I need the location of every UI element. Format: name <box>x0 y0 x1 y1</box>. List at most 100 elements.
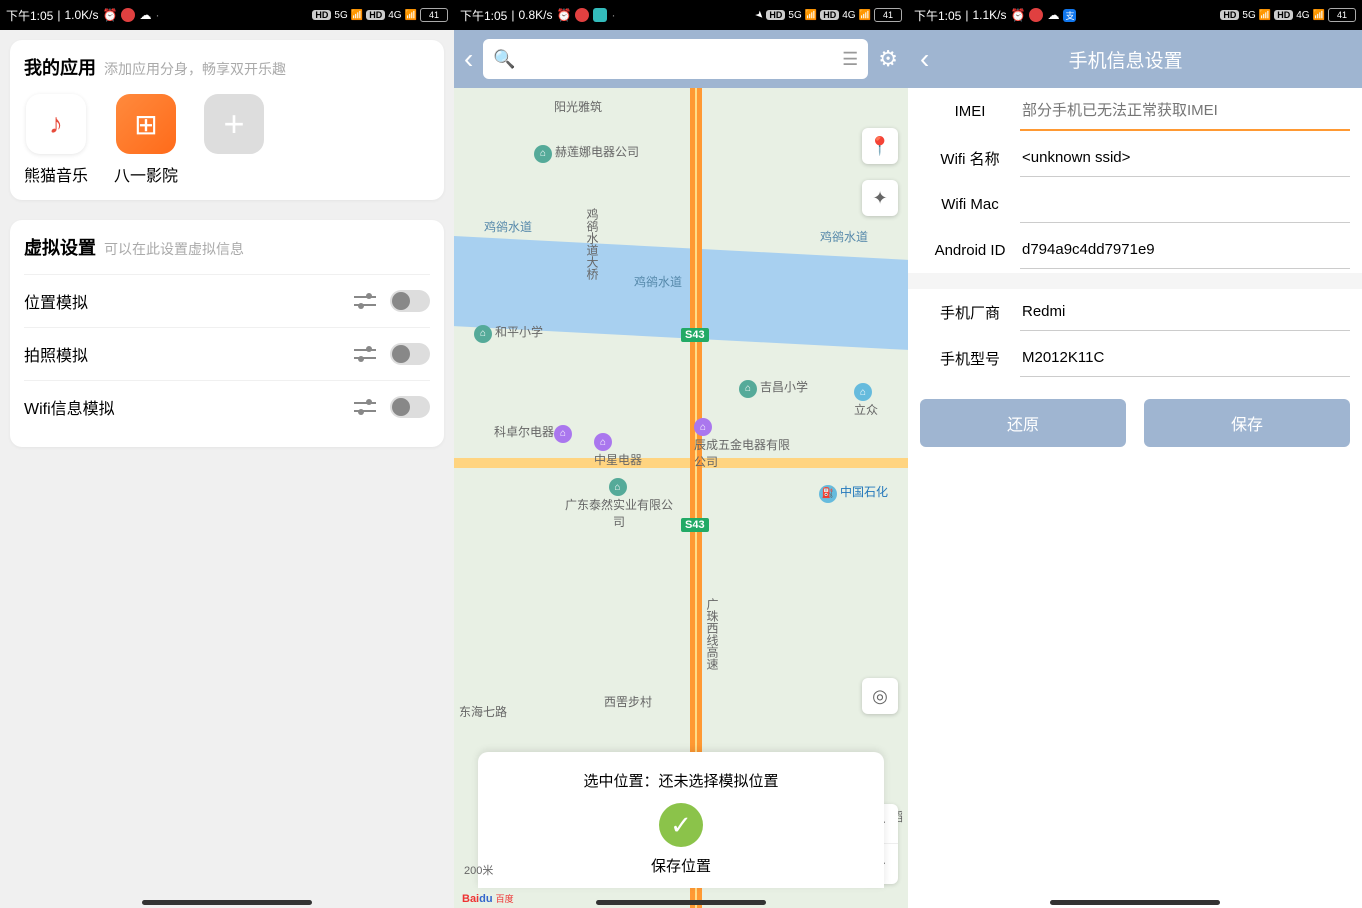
signal-4g-icon: 4G <box>1296 10 1309 21</box>
poi-label: 科卓尔电器⌂ <box>494 423 575 443</box>
virtual-settings-title: 虚拟设置 <box>24 234 96 260</box>
poi-label: 阳光雅筑 <box>554 98 602 115</box>
search-icon: 🔍 <box>493 49 515 70</box>
back-button[interactable]: ‹ <box>464 43 473 75</box>
location-sheet: 选中位置：还未选择模拟位置 ✓ 保存位置 <box>478 752 884 888</box>
poi-label: ⌂辰成五金电器有限公司 <box>694 418 794 470</box>
app-panda-music[interactable]: ♪ 熊猫音乐 <box>24 94 88 186</box>
cloud-icon: ☁ <box>1047 8 1059 22</box>
model-input[interactable] <box>1020 339 1350 377</box>
signal-5g-icon: 5G <box>1242 10 1255 21</box>
music-icon: ♪ <box>26 94 86 154</box>
poi-label: ⌂和平小学 <box>474 323 543 343</box>
nav-pill[interactable] <box>596 900 766 905</box>
hd-icon-2: HD <box>820 10 839 20</box>
poi-label: ⌂广东泰然实业有限公司 <box>564 478 674 530</box>
toggle-location[interactable] <box>390 290 430 312</box>
phone-info-header: ‹ 手机信息设置 <box>908 30 1362 88</box>
brand-input[interactable] <box>1020 293 1350 331</box>
status-speed: 1.0K/s <box>64 8 98 22</box>
wifi-mac-input[interactable] <box>1020 185 1350 223</box>
imei-input[interactable] <box>1020 92 1350 131</box>
alarm-icon: ⏰ <box>557 8 572 22</box>
hd-icon: HD <box>766 10 785 20</box>
setting-label: 位置模拟 <box>24 289 88 313</box>
gear-icon[interactable]: ⚙ <box>878 46 898 72</box>
status-time: 下午1:05 <box>6 7 53 24</box>
poi-label: ⌂吉昌小学 <box>739 378 808 398</box>
virtual-settings-card: 虚拟设置 可以在此设置虚拟信息 位置模拟 拍照模拟 Wifi信息模拟 <box>10 220 444 447</box>
brand-label: 手机厂商 <box>920 302 1020 323</box>
model-row: 手机型号 <box>908 335 1362 381</box>
highway-badge: S43 <box>681 518 709 532</box>
plus-icon: + <box>204 94 264 154</box>
signal-4g-icon: 4G <box>388 10 401 21</box>
reset-button[interactable]: 还原 <box>920 399 1126 447</box>
poi-label: 东海七路 <box>459 703 507 720</box>
alipay-icon: 支 <box>1063 9 1076 22</box>
my-apps-card: 我的应用 添加应用分身，畅享双开乐趣 ♪ 熊猫音乐 ⊞ 八一影院 + <box>10 40 444 200</box>
dot-icon: · <box>155 8 159 22</box>
app-icon <box>593 8 607 22</box>
map-canvas[interactable]: S43 S43 阳光雅筑 ⌂赫莲娜电器公司 鸡鹆水道 鸡鹆水道 鸡鹆水道 鸡鹆水… <box>454 88 908 908</box>
hd-icon-2: HD <box>1274 10 1293 20</box>
highway-badge: S43 <box>681 328 709 342</box>
android-id-row: Android ID <box>908 227 1362 273</box>
save-button[interactable]: 保存 <box>1144 399 1350 447</box>
locate-button[interactable]: ◎ <box>862 678 898 714</box>
setting-label: Wifi信息模拟 <box>24 395 115 419</box>
battery-icon: 41 <box>1328 8 1356 22</box>
baidu-logo: Baidu 百度 <box>462 892 514 905</box>
sliders-icon[interactable] <box>354 292 376 310</box>
wifi-name-input[interactable] <box>1020 139 1350 177</box>
nav-pill[interactable] <box>142 900 312 905</box>
poi-label: ⛽中国石化 <box>819 483 888 503</box>
poi-label: ⌂赫莲娜电器公司 <box>534 143 639 163</box>
layers-button[interactable]: ✦ <box>862 180 898 216</box>
wifi-mac-label: Wifi Mac <box>920 196 1020 213</box>
hd-icon-2: HD <box>366 10 385 20</box>
sliders-icon[interactable] <box>354 345 376 363</box>
android-id-input[interactable] <box>1020 231 1350 269</box>
imei-row: IMEI <box>908 88 1362 135</box>
my-apps-title: 我的应用 <box>24 54 96 80</box>
scale-label: 200米 <box>464 862 493 878</box>
status-bar: 下午1:05 | 1.1K/s ⏰ ☁ 支 HD 5G📶 HD 4G📶 41 <box>908 0 1362 30</box>
status-speed: 1.1K/s <box>972 8 1006 22</box>
setting-photo-sim: 拍照模拟 <box>24 327 430 380</box>
signal-5g-icon: 5G <box>788 10 801 21</box>
my-apps-subtitle: 添加应用分身，畅享双开乐趣 <box>104 59 286 79</box>
list-icon[interactable]: ☰ <box>842 49 858 70</box>
android-id-label: Android ID <box>920 242 1020 259</box>
imei-label: IMEI <box>920 103 1020 120</box>
status-time: 下午1:05 <box>914 7 961 24</box>
search-input[interactable] <box>524 51 834 68</box>
app-bayi-cinema[interactable]: ⊞ 八一影院 <box>114 94 178 186</box>
page-title: 手机信息设置 <box>929 46 1350 73</box>
record-icon <box>121 8 135 22</box>
selected-location-text: 选中位置：还未选择模拟位置 <box>488 770 874 791</box>
road <box>454 458 908 468</box>
confirm-check-icon[interactable]: ✓ <box>659 803 703 847</box>
toggle-photo[interactable] <box>390 343 430 365</box>
sliders-icon[interactable] <box>354 398 376 416</box>
bridge-label: 鸡鹆水道大桥 <box>584 208 601 280</box>
highway-name: 广珠西线高速 <box>704 598 721 670</box>
status-time: 下午1:05 <box>460 7 507 24</box>
hd-icon: HD <box>312 10 331 20</box>
dot-icon: · <box>611 8 615 22</box>
wifi-name-label: Wifi 名称 <box>920 148 1020 169</box>
location-icon: ➤ <box>752 8 766 22</box>
toggle-wifi[interactable] <box>390 396 430 418</box>
status-bar: 下午1:05 | 1.0K/s ⏰ ☁ · HD 5G📶 HD 4G📶 41 <box>0 0 454 30</box>
search-box[interactable]: 🔍 ☰ <box>483 39 868 79</box>
model-label: 手机型号 <box>920 348 1020 369</box>
back-button[interactable]: ‹ <box>920 43 929 75</box>
alarm-icon: ⏰ <box>1011 8 1026 22</box>
pin-button[interactable]: 📍 <box>862 128 898 164</box>
nav-pill[interactable] <box>1050 900 1220 905</box>
setting-wifi-sim: Wifi信息模拟 <box>24 380 430 433</box>
wifi-name-row: Wifi 名称 <box>908 135 1362 181</box>
wifi-mac-row: Wifi Mac <box>908 181 1362 227</box>
add-app-button[interactable]: + <box>204 94 264 186</box>
